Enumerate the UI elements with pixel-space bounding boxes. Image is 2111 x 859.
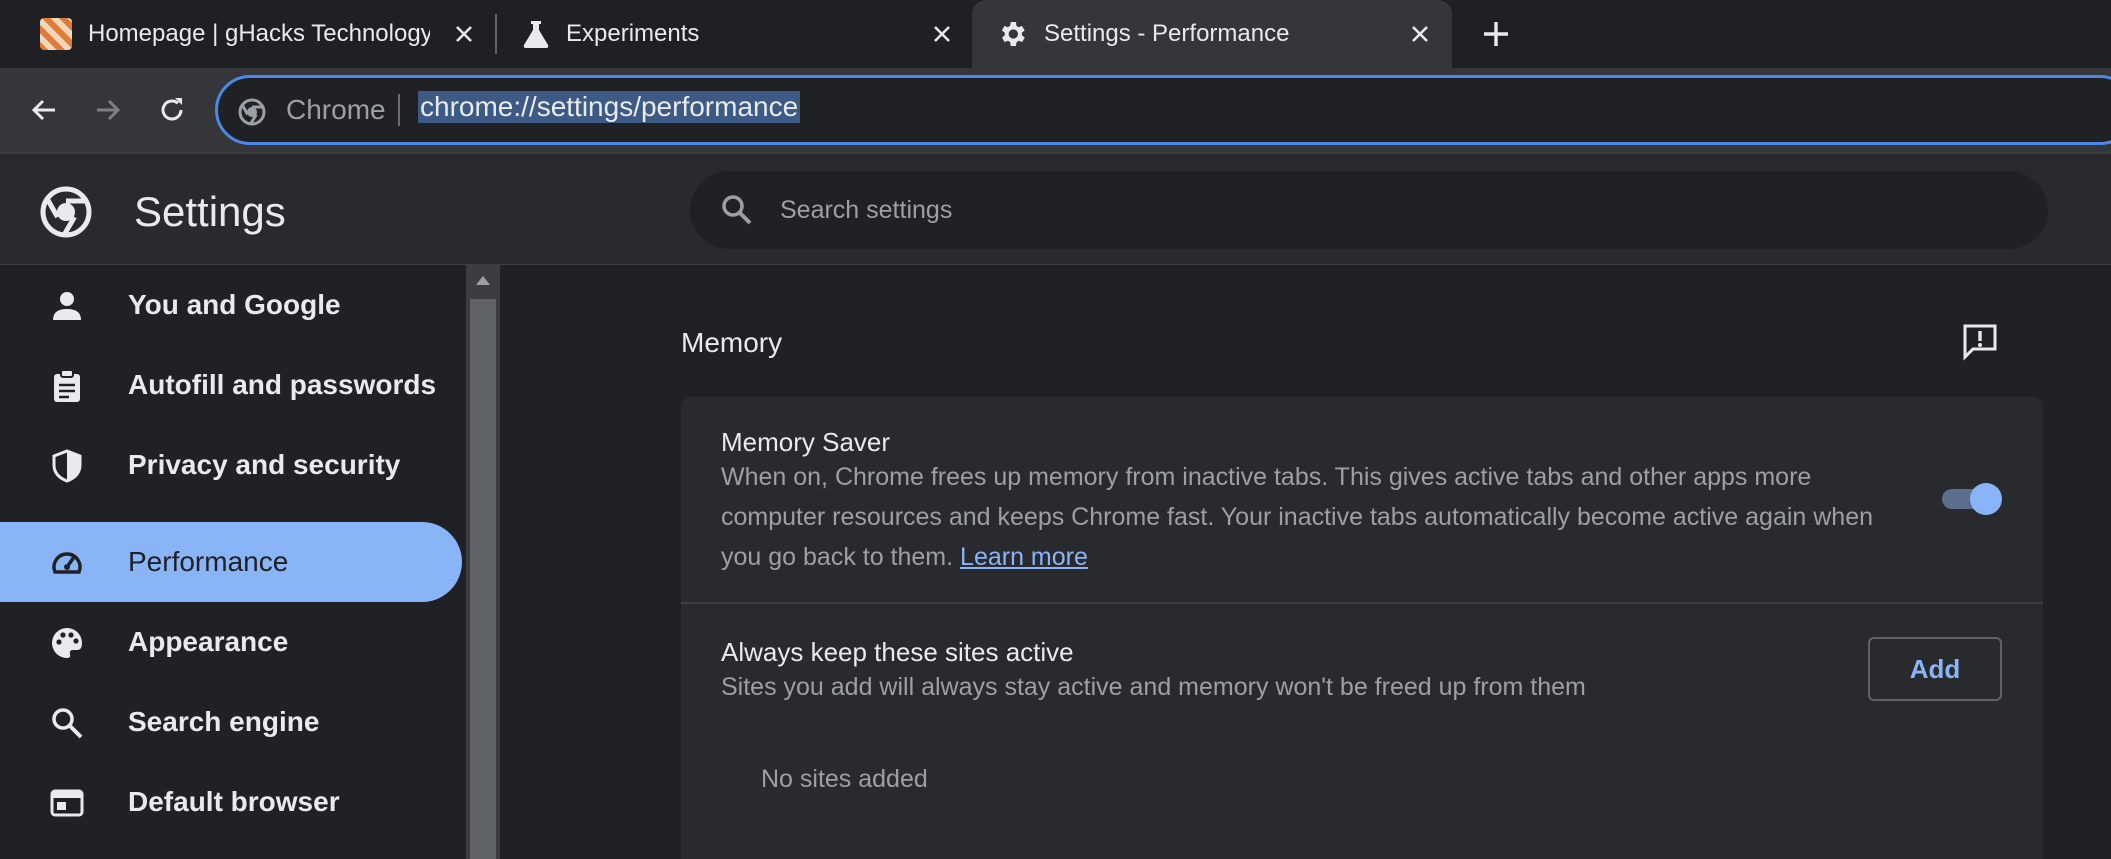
browser-window-icon <box>50 786 84 820</box>
sidebar-item-privacy-security[interactable]: Privacy and security <box>0 425 462 505</box>
flask-icon <box>520 18 552 50</box>
omnibox-url-text[interactable]: chrome://settings/performance <box>418 91 801 123</box>
tab-title: Experiments <box>566 20 700 47</box>
ghacks-favicon-icon <box>40 18 72 50</box>
tab-ghacks[interactable]: Homepage | gHacks Technology News <box>0 0 492 68</box>
search-input[interactable] <box>780 191 1980 229</box>
tab-strip: Homepage | gHacks Technology News Experi… <box>0 0 2111 68</box>
scroll-up-arrow-icon[interactable] <box>466 265 500 295</box>
close-icon[interactable] <box>928 20 956 48</box>
page-title: Settings <box>134 188 286 235</box>
gear-icon <box>996 18 1028 50</box>
address-bar[interactable]: Chrome chrome://settings/performance <box>215 75 2111 145</box>
sidebar-item-label: Appearance <box>128 626 289 657</box>
settings-header: Settings <box>0 152 2111 265</box>
tab-experiments[interactable]: Experiments <box>492 0 972 68</box>
close-icon[interactable] <box>1406 20 1434 48</box>
learn-more-link[interactable]: Learn more <box>960 543 1088 571</box>
settings-main: Memory Memory Saver When on, Chrome free… <box>500 265 2111 859</box>
reload-icon[interactable] <box>152 90 192 130</box>
sidebar-item-label: You and Google <box>128 289 341 320</box>
close-icon[interactable] <box>450 20 478 48</box>
sidebar-item-you-and-google[interactable]: You and Google <box>0 265 462 345</box>
memory-saver-description-text: When on, Chrome frees up memory from ina… <box>721 463 1874 571</box>
omnibox-chip-label: Chrome <box>286 94 386 125</box>
no-sites-added-text: No sites added <box>761 765 928 793</box>
sidebar-item-label: Performance <box>128 546 289 577</box>
speedometer-icon <box>50 546 84 580</box>
sidebar-item-label: Search engine <box>128 706 320 737</box>
memory-card: Memory Saver When on, Chrome frees up me… <box>681 397 2043 859</box>
palette-icon <box>50 626 84 660</box>
browser-toolbar: Chrome chrome://settings/performance <box>0 68 2111 152</box>
new-tab-plus-icon[interactable] <box>1480 18 1512 50</box>
clipboard-icon <box>50 369 84 403</box>
toggle-knob <box>1970 483 2002 515</box>
memory-saver-description: When on, Chrome frees up memory from ina… <box>721 457 1881 577</box>
feedback-icon[interactable] <box>1960 321 2000 361</box>
keep-sites-active-title: Always keep these sites active <box>721 637 1074 667</box>
tab-title: Settings - Performance <box>1044 20 1290 47</box>
sidebar-item-autofill[interactable]: Autofill and passwords <box>0 345 462 425</box>
search-settings-box[interactable] <box>690 171 2048 249</box>
keep-sites-active-description: Sites you add will always stay active an… <box>721 673 1586 701</box>
sidebar-item-appearance[interactable]: Appearance <box>0 602 462 682</box>
memory-saver-toggle[interactable] <box>1938 483 2002 515</box>
chrome-logo-icon <box>40 186 92 238</box>
sidebar-item-default-browser[interactable]: Default browser <box>0 762 462 842</box>
sidebar-scrollbar[interactable] <box>466 265 500 859</box>
sidebar-item-search-engine[interactable]: Search engine <box>0 682 462 762</box>
shield-icon <box>50 449 84 483</box>
back-arrow-icon[interactable] <box>24 90 64 130</box>
tab-title: Homepage | gHacks Technology News <box>88 20 430 47</box>
card-divider <box>681 602 2043 604</box>
section-title: Memory <box>681 327 783 358</box>
chrome-logo-icon <box>238 98 266 126</box>
search-icon <box>50 706 84 740</box>
sidebar-item-label: Autofill and passwords <box>128 369 437 400</box>
sidebar-item-performance[interactable]: Performance <box>0 522 462 602</box>
sidebar-item-label: Default browser <box>128 786 340 817</box>
omnibox-divider <box>398 94 400 126</box>
forward-arrow-icon[interactable] <box>88 90 128 130</box>
scrollbar-thumb[interactable] <box>470 299 496 859</box>
settings-sidebar: You and Google Autofill and passwords Pr… <box>0 265 466 859</box>
tab-settings-performance[interactable]: Settings - Performance <box>972 0 1452 68</box>
memory-saver-title: Memory Saver <box>721 427 891 457</box>
person-icon <box>50 289 84 323</box>
sidebar-item-label: Privacy and security <box>128 449 401 480</box>
add-site-button[interactable]: Add <box>1868 637 2002 701</box>
search-icon <box>720 193 754 227</box>
